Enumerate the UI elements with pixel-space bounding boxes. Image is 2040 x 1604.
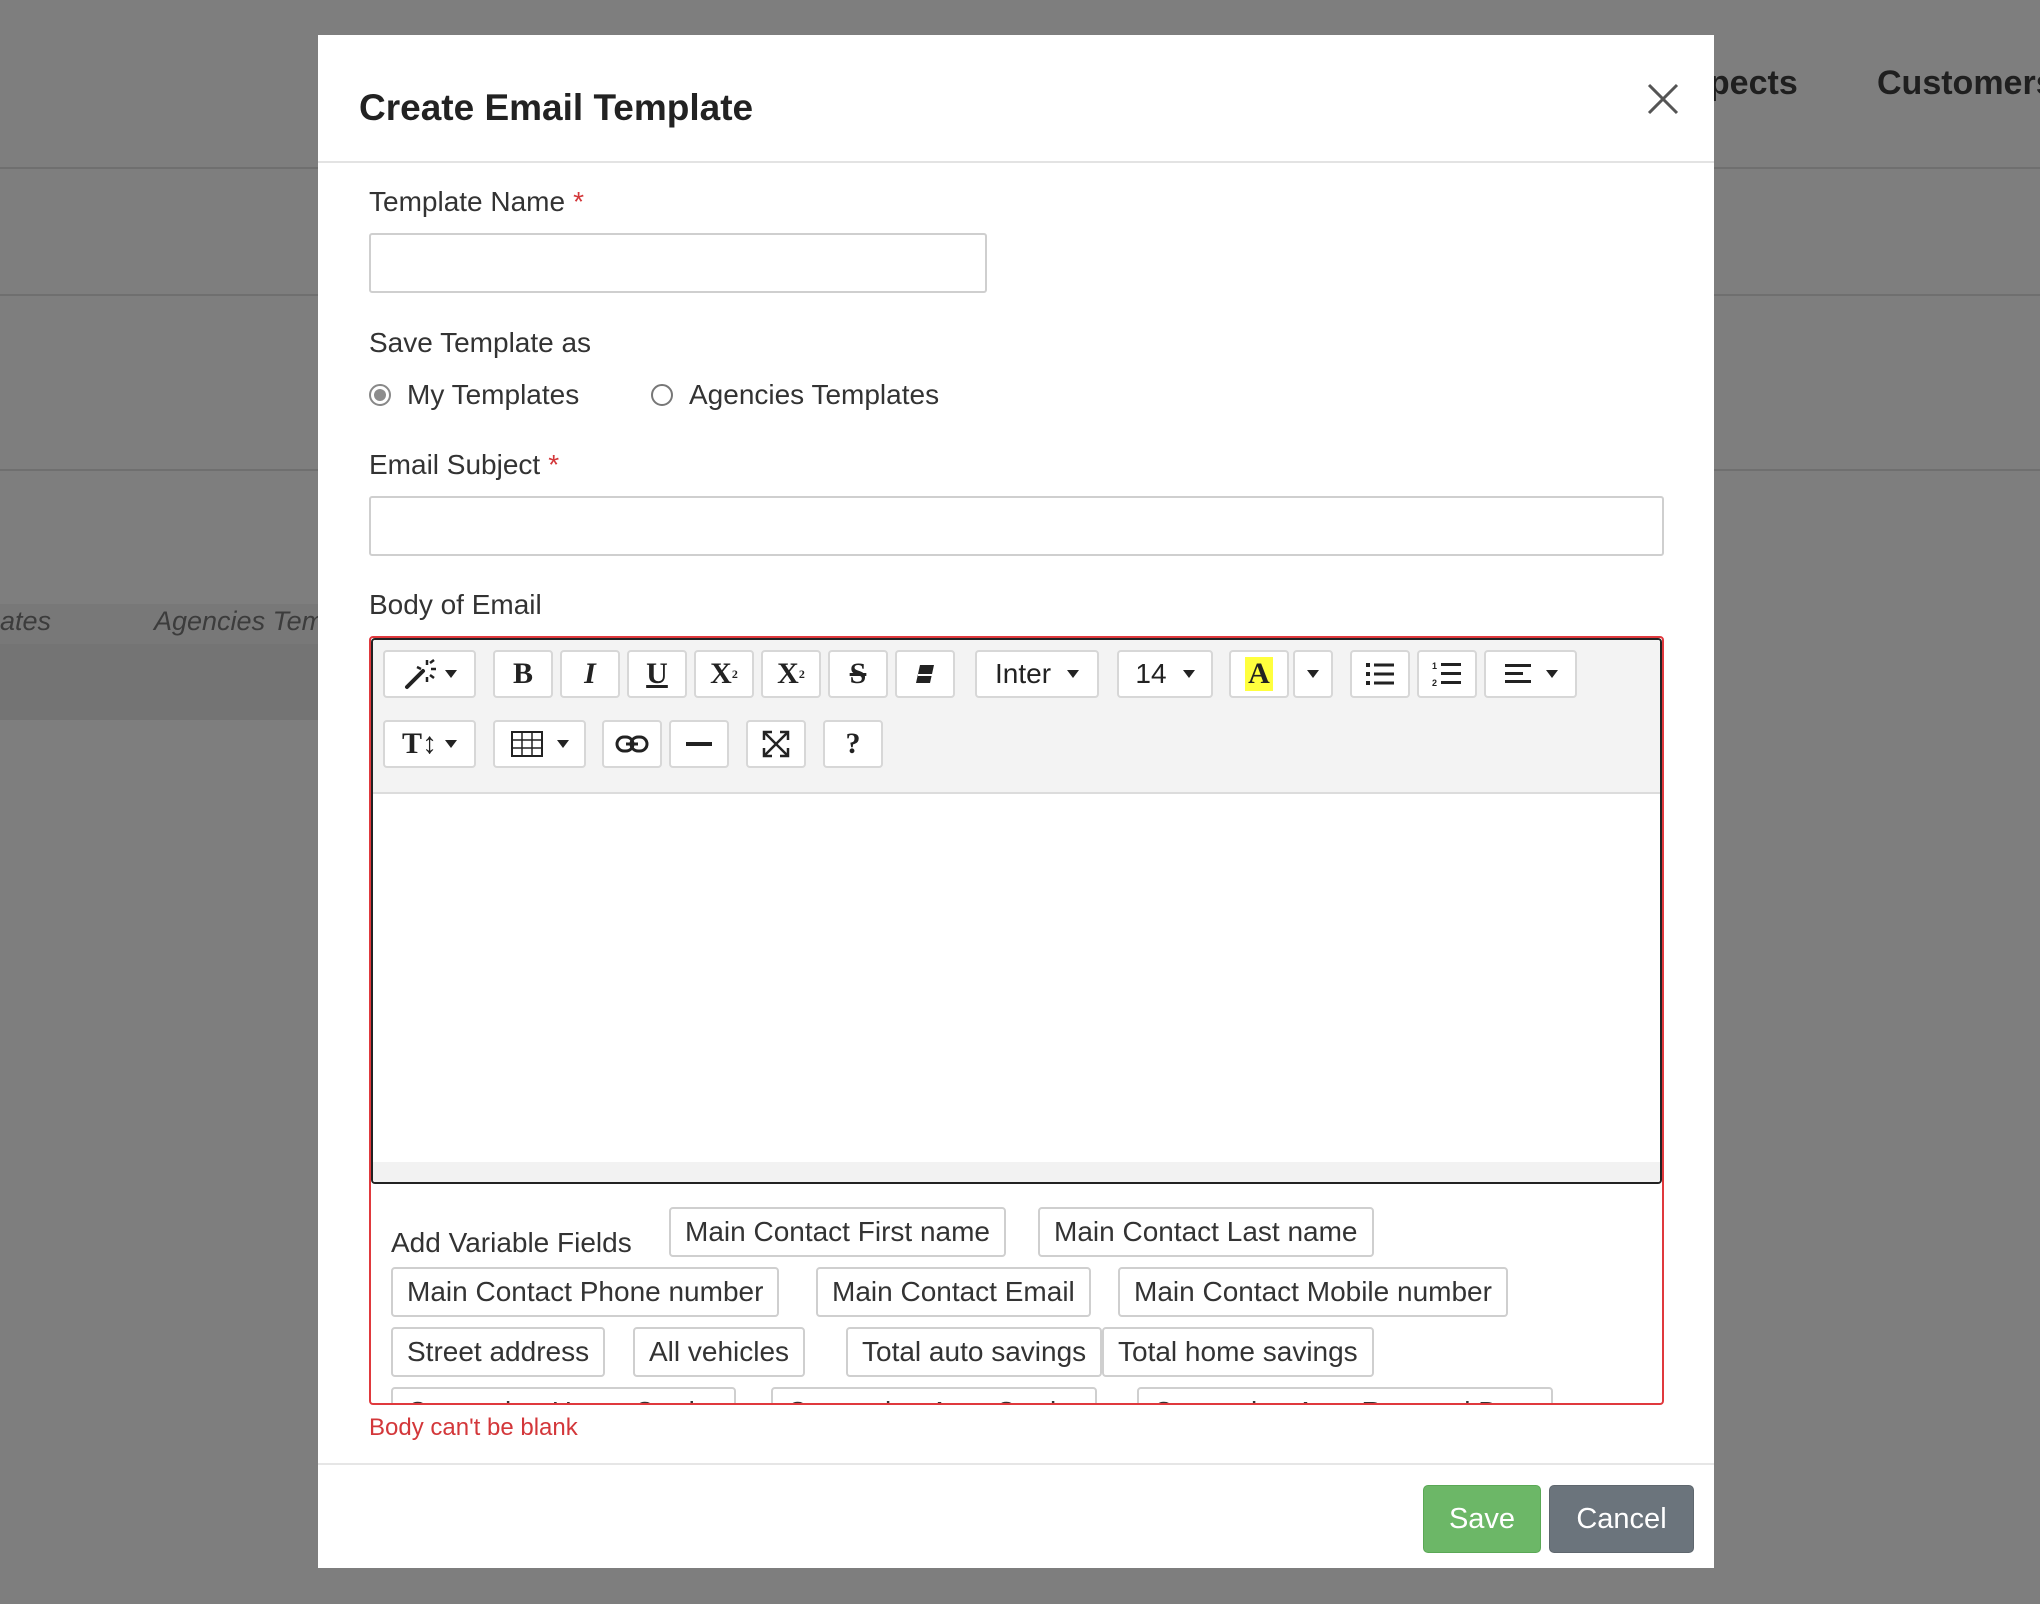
help-button[interactable]: ? — [823, 720, 883, 768]
svg-text:1: 1 — [1432, 661, 1437, 671]
create-email-template-modal: Create Email Template Template Name * Sav… — [318, 35, 1714, 1568]
modal-footer: Save Cancel — [318, 1463, 1714, 1570]
list-ol-icon: 1 2 — [1432, 661, 1461, 688]
required-marker: * — [548, 449, 560, 480]
chevron-down-icon — [1307, 670, 1319, 678]
style-button[interactable] — [383, 650, 476, 698]
bg-nav-customers: Customers — [1877, 64, 2040, 102]
chevron-down-icon — [556, 740, 569, 748]
variable-chip[interactable]: Main Contact Last name — [1038, 1207, 1374, 1257]
font-family-dropdown[interactable]: Inter — [975, 650, 1099, 698]
template-name-input[interactable] — [369, 233, 987, 293]
subscript-icon: 2 — [798, 666, 805, 681]
chevron-down-icon — [1182, 670, 1195, 678]
email-subject-label-text: Email Subject — [369, 449, 541, 480]
superscript-glyph: X — [710, 657, 732, 690]
email-body-editable[interactable] — [373, 794, 1660, 1162]
variable-fields-panel: Add Variable Fields Main Contact First n… — [371, 1188, 1662, 1403]
email-subject-label: Email Subject * — [369, 449, 559, 481]
radio-my-templates[interactable]: My Templates — [369, 379, 579, 411]
table-icon — [510, 731, 543, 757]
save-template-as-label: Save Template as — [369, 327, 592, 358]
variable-chip[interactable]: Total home savings — [1102, 1327, 1374, 1377]
chevron-down-icon — [445, 740, 457, 748]
variable-chip[interactable]: Competitor Auto Carrier — [771, 1387, 1098, 1403]
radio-button-unchecked[interactable] — [651, 384, 673, 406]
svg-text:2: 2 — [1432, 678, 1437, 688]
italic-button[interactable]: I — [560, 650, 620, 698]
email-subject-input[interactable] — [369, 496, 1664, 556]
table-dropdown[interactable] — [493, 720, 586, 768]
close-icon — [1647, 83, 1679, 115]
bg-tab-agencies-templates: Agencies Tem — [154, 606, 325, 636]
variable-chip[interactable]: Competitor Home Carrier — [391, 1387, 736, 1403]
variable-chip[interactable]: Main Contact First name — [669, 1207, 1006, 1257]
color-dropdown-button[interactable] — [1293, 650, 1333, 698]
radio-agencies-templates[interactable]: Agencies Templates — [651, 379, 939, 411]
bold-button[interactable]: B — [493, 650, 553, 698]
bg-row — [0, 644, 320, 720]
align-left-icon — [1504, 664, 1531, 683]
template-name-label: Template Name * — [369, 186, 584, 218]
subscript-button[interactable]: X2 — [761, 650, 821, 698]
radio-agencies-templates-label: Agencies Templates — [689, 379, 940, 410]
subscript-glyph: X — [777, 657, 799, 690]
paragraph-align-dropdown[interactable] — [1484, 650, 1577, 698]
body-error-message: Body can't be blank — [369, 1414, 578, 1441]
superscript-icon: 2 — [731, 666, 738, 681]
editor-resize-bar[interactable] — [373, 1162, 1660, 1182]
clear-format-button[interactable] — [895, 650, 955, 698]
template-name-label-text: Template Name — [369, 186, 566, 217]
bg-tab-my-templates: ates — [0, 606, 52, 636]
fullscreen-icon — [762, 730, 790, 758]
body-of-email-label: Body of Email — [369, 589, 542, 620]
hr-icon — [686, 742, 712, 746]
variable-chip[interactable]: Street address — [391, 1327, 606, 1377]
text-height-icon: T↕ — [401, 727, 437, 760]
text-color-button[interactable]: A — [1229, 650, 1289, 698]
variable-chip[interactable]: Competitor Auto Renewal Date — [1137, 1387, 1554, 1403]
variable-chip[interactable]: Main Contact Mobile number — [1118, 1267, 1508, 1317]
font-size-value: 14 — [1135, 658, 1167, 689]
text-height-glyph: T — [401, 727, 422, 760]
cancel-button[interactable]: Cancel — [1549, 1485, 1694, 1553]
list-ul-icon — [1366, 663, 1394, 685]
line-height-dropdown[interactable]: T↕ — [383, 720, 476, 768]
chevron-down-icon — [444, 670, 457, 678]
variable-chip[interactable]: All vehicles — [633, 1327, 806, 1377]
highlight-color-glyph: A — [1245, 657, 1273, 691]
horizontal-rule-button[interactable] — [669, 720, 729, 768]
variable-chip[interactable]: Main Contact Email — [816, 1267, 1091, 1317]
add-variable-fields-label: Add Variable Fields — [391, 1227, 632, 1258]
font-family-value: Inter — [994, 658, 1052, 689]
close-button[interactable] — [1643, 79, 1683, 119]
magic-wand-icon — [404, 659, 436, 689]
modal-header: Create Email Template — [318, 35, 1714, 163]
font-size-dropdown[interactable]: 14 — [1117, 650, 1213, 698]
radio-my-templates-label: My Templates — [407, 379, 580, 410]
insert-link-button[interactable] — [602, 720, 662, 768]
save-button[interactable]: Save — [1423, 1485, 1541, 1553]
required-marker: * — [573, 186, 584, 217]
fullscreen-button[interactable] — [746, 720, 806, 768]
modal-title: Create Email Template — [359, 87, 754, 128]
rich-text-editor: B I U X2 X2 S Inter 14 A 1 2 T↕ ? — [371, 638, 1662, 1184]
editor-toolbar: B I U X2 X2 S Inter 14 A 1 2 T↕ ? — [373, 640, 1660, 794]
eraser-icon — [916, 665, 934, 683]
link-icon — [615, 735, 649, 753]
variable-chip[interactable]: Total auto savings — [846, 1327, 1103, 1377]
chevron-down-icon — [1545, 670, 1558, 678]
variable-chip[interactable]: Main Contact Phone number — [391, 1267, 780, 1317]
radio-button-checked[interactable] — [369, 384, 391, 406]
strikethrough-button[interactable]: S — [828, 650, 888, 698]
superscript-button[interactable]: X2 — [694, 650, 754, 698]
ordered-list-button[interactable]: 1 2 — [1417, 650, 1477, 698]
unordered-list-button[interactable] — [1350, 650, 1410, 698]
chevron-down-icon — [1067, 670, 1080, 678]
body-editor-container: B I U X2 X2 S Inter 14 A 1 2 T↕ ? Add Va… — [369, 636, 1664, 1405]
underline-button[interactable]: U — [627, 650, 687, 698]
